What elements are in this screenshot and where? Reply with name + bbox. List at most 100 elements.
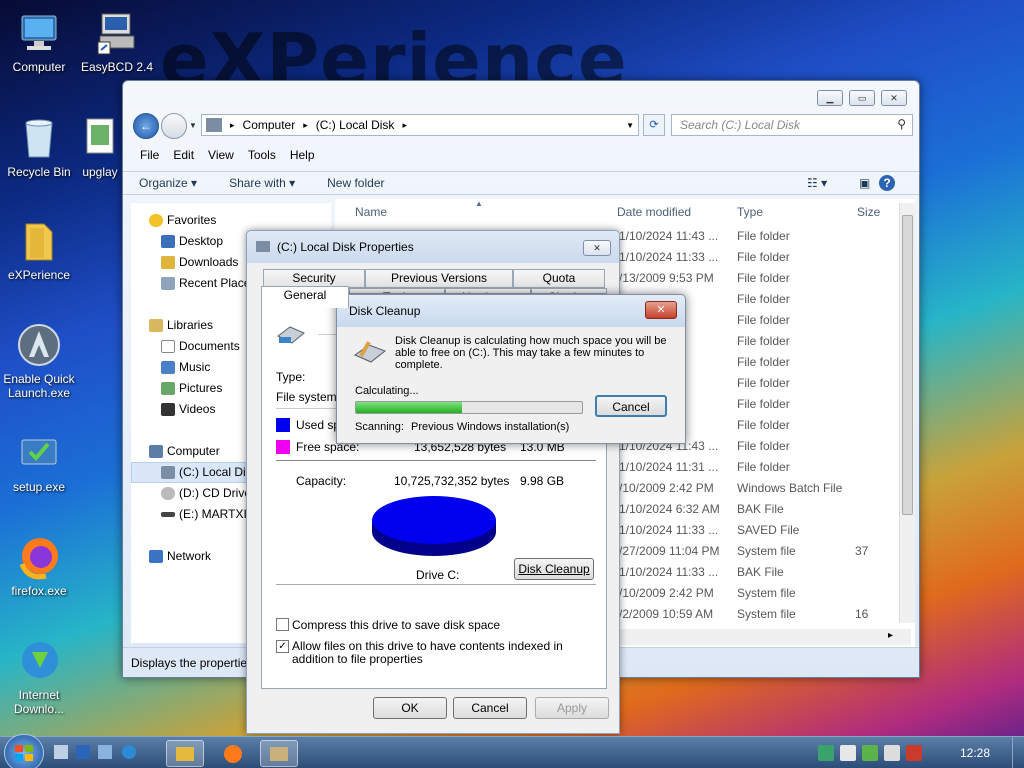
tab-previous-versions[interactable]: Previous Versions: [365, 269, 513, 288]
address-dropdown-icon[interactable]: ▼: [626, 121, 634, 130]
cleanup-cancel-button[interactable]: Cancel: [595, 395, 667, 417]
properties-close-button[interactable]: ✕: [583, 240, 611, 256]
quick-launch-computer-icon[interactable]: [76, 745, 90, 759]
desktop-icon-easybcd[interactable]: EasyBCD 2.4: [75, 10, 159, 74]
nav-network[interactable]: Network: [149, 549, 211, 563]
nav-downloads[interactable]: Downloads: [161, 255, 238, 269]
desktop-icon-enable-quick-launch[interactable]: Enable Quick Launch.exe: [0, 322, 81, 400]
cancel-button[interactable]: Cancel: [453, 697, 527, 719]
command-bar: Organize ▾ Share with ▾ New folder ☷ ▾ ▣…: [123, 171, 919, 195]
menu-help[interactable]: Help: [283, 146, 322, 166]
nav-drive-e[interactable]: (E:) MARTXI: [161, 507, 247, 521]
tab-general[interactable]: General: [261, 286, 349, 308]
breadcrumb-local-disk[interactable]: (C:) Local Disk: [316, 118, 395, 132]
row-date-modified: /13/2009 9:53 PM: [619, 271, 714, 285]
address-bar[interactable]: ▸ Computer ▸ (C:) Local Disk ▸ ▼: [201, 114, 639, 136]
row-type: File folder: [737, 397, 790, 411]
firefox-icon: [16, 534, 62, 580]
desktop-icon-computer[interactable]: Computer: [0, 10, 81, 74]
column-size[interactable]: Size: [857, 205, 880, 219]
menu-edit[interactable]: Edit: [166, 146, 201, 166]
clock[interactable]: 12:28: [960, 746, 990, 760]
taskbar-explorer-button[interactable]: [166, 740, 204, 767]
status-text: Displays the propertie: [131, 656, 248, 670]
desktop-icon-upglay[interactable]: upglay: [75, 115, 125, 179]
tray-action-center-icon[interactable]: [862, 745, 878, 761]
nav-libraries[interactable]: Libraries: [149, 318, 213, 332]
nav-computer[interactable]: Computer: [149, 444, 220, 458]
close-button[interactable]: ✕: [881, 90, 907, 106]
disk-cleanup-button[interactable]: Disk Cleanup: [514, 558, 594, 580]
column-name[interactable]: Name: [355, 205, 387, 219]
show-desktop-button[interactable]: [1012, 737, 1024, 768]
nav-videos[interactable]: Videos: [161, 402, 215, 416]
tray-volume-muted-icon[interactable]: [906, 745, 922, 761]
quick-launch-switch-windows-icon[interactable]: [98, 745, 112, 759]
disk-cleanup-dialog[interactable]: Disk Cleanup ✕ Disk Cleanup is calculati…: [336, 294, 686, 444]
desktop-icon-firefox[interactable]: firefox.exe: [0, 534, 81, 598]
nav-documents[interactable]: Documents: [161, 339, 240, 353]
organize-button[interactable]: Organize ▾: [123, 176, 213, 190]
tray-network-icon[interactable]: [818, 745, 834, 761]
forward-button[interactable]: [161, 113, 187, 139]
desktop-icon-label: upglay: [82, 165, 118, 179]
share-with-button[interactable]: Share with ▾: [213, 176, 311, 190]
free-space-swatch: [276, 440, 290, 454]
index-checkbox[interactable]: ✓: [276, 640, 289, 653]
quick-launch-ie-icon[interactable]: [122, 745, 136, 759]
close-button[interactable]: ✕: [645, 301, 677, 319]
apply-button[interactable]: Apply: [535, 697, 609, 719]
desktop-icon-recycle-bin[interactable]: Recycle Bin: [0, 115, 81, 179]
nav-music[interactable]: Music: [161, 360, 210, 374]
tray-document-icon[interactable]: [840, 745, 856, 761]
recent-pages-dropdown[interactable]: ▼: [189, 121, 197, 130]
scrollbar-thumb[interactable]: [902, 215, 913, 515]
view-options-icon[interactable]: ☷ ▾: [791, 176, 843, 190]
nav-label: Recent Places: [179, 276, 257, 290]
nav-desktop[interactable]: Desktop: [161, 234, 223, 248]
row-type: File folder: [737, 355, 790, 369]
nav-drive-c[interactable]: (C:) Local Di: [161, 465, 246, 479]
row-type: System file: [737, 544, 796, 558]
nav-favorites[interactable]: Favorites: [149, 213, 216, 227]
desktop-icon-label: EasyBCD 2.4: [80, 60, 154, 74]
start-button[interactable]: [4, 734, 44, 768]
nav-label: Network: [167, 549, 212, 563]
taskbar-disk-cleanup-button[interactable]: [260, 740, 298, 767]
tray-monitor-icon[interactable]: [884, 745, 900, 761]
menu-file[interactable]: File: [133, 146, 166, 166]
search-input[interactable]: Search (C:) Local Disk ⚲: [671, 114, 913, 136]
quick-launch-show-desktop-icon[interactable]: [54, 745, 68, 759]
recent-places-icon: [161, 276, 175, 290]
tab-quota[interactable]: Quota: [513, 269, 605, 288]
nav-recent-places[interactable]: Recent Places: [161, 276, 256, 290]
type-label: Type:: [276, 370, 306, 384]
taskbar-firefox-button[interactable]: [214, 740, 252, 767]
nav-pictures[interactable]: Pictures: [161, 381, 222, 395]
videos-icon: [161, 402, 175, 416]
row-type: File folder: [737, 376, 790, 390]
nav-drive-d[interactable]: (D:) CD Drive: [161, 486, 251, 500]
desktop-icon-setup[interactable]: setup.exe: [0, 430, 81, 494]
back-button[interactable]: ←: [133, 113, 159, 139]
drive-icon: [276, 324, 306, 346]
minimize-button[interactable]: ▁: [817, 90, 843, 106]
row-date-modified: 1/10/2024 11:33 ...: [619, 250, 719, 264]
column-type[interactable]: Type: [737, 205, 763, 219]
help-icon[interactable]: ?: [879, 175, 895, 191]
breadcrumb-computer[interactable]: Computer: [243, 118, 296, 132]
refresh-button[interactable]: ⟳: [643, 114, 665, 136]
scroll-right-icon[interactable]: ▸: [888, 630, 893, 641]
maximize-button[interactable]: ▭: [849, 90, 875, 106]
ok-button[interactable]: OK: [373, 697, 447, 719]
new-folder-button[interactable]: New folder: [311, 176, 400, 190]
search-icon: ⚲: [897, 117, 906, 131]
menu-view[interactable]: View: [201, 146, 241, 166]
menu-tools[interactable]: Tools: [241, 146, 283, 166]
compress-checkbox[interactable]: [276, 618, 289, 631]
desktop-icon-internet-download[interactable]: Internet Downlo...: [0, 638, 81, 716]
column-date-modified[interactable]: Date modified: [617, 205, 691, 219]
desktop-icon-experience[interactable]: eXPerience: [0, 218, 81, 282]
vertical-scrollbar[interactable]: [899, 203, 915, 623]
row-date-modified: /10/2009 2:42 PM: [619, 481, 714, 495]
